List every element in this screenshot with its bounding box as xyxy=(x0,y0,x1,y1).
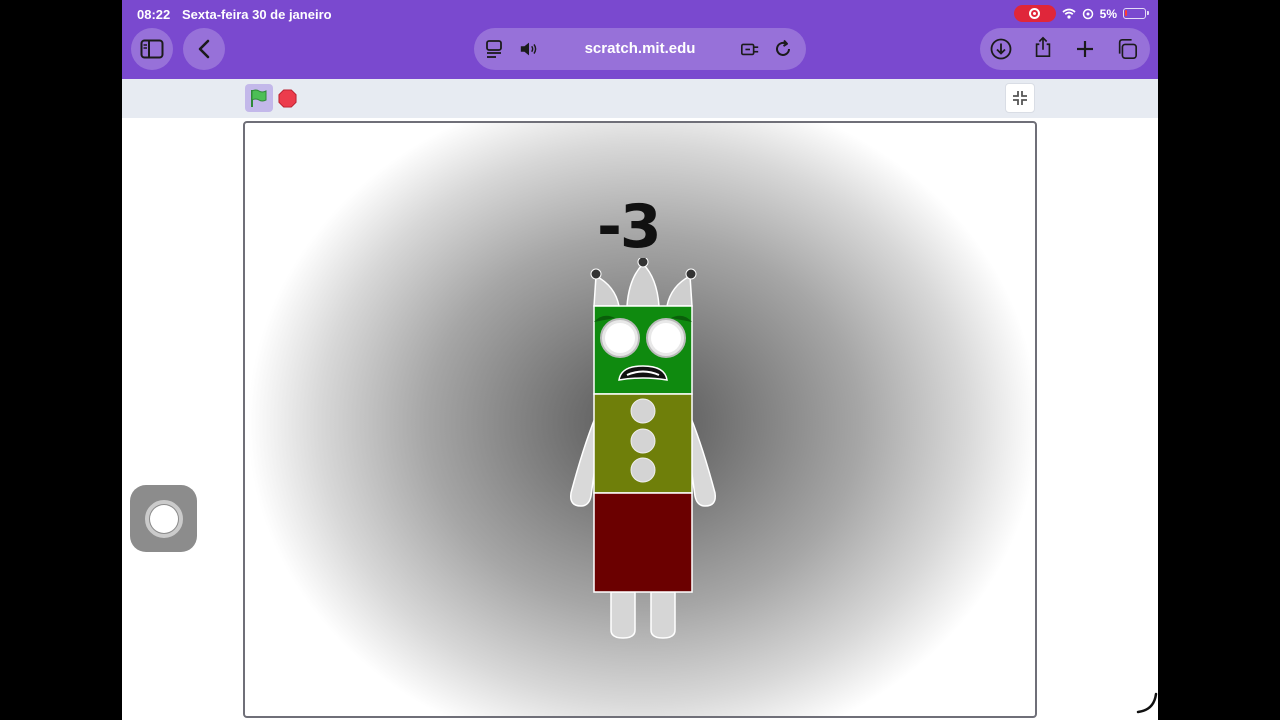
address-bar[interactable]: scratch.mit.edu xyxy=(474,28,806,70)
tabs-overview-icon[interactable] xyxy=(1116,38,1138,60)
crown-tip-left xyxy=(590,268,602,280)
crown-tip-middle xyxy=(637,258,649,268)
stop-button[interactable] xyxy=(278,89,297,108)
screen-recording-indicator[interactable] xyxy=(1013,5,1056,22)
right-eye-white xyxy=(651,323,681,353)
share-icon[interactable] xyxy=(1032,36,1054,58)
green-flag-button[interactable] xyxy=(245,84,273,112)
button-middle xyxy=(630,428,656,454)
crown-tip-right xyxy=(685,268,697,280)
sidebar-toggle-button[interactable] xyxy=(131,28,173,70)
status-time: 08:22 xyxy=(137,7,171,22)
left-arm xyxy=(569,417,598,507)
crown-right-spike xyxy=(666,274,693,307)
crown-left-spike xyxy=(593,274,620,307)
sidebar-icon xyxy=(140,39,164,59)
battery-icon xyxy=(1123,8,1149,19)
battery-percent: 5% xyxy=(1099,6,1117,21)
sprite-number-label: -3 xyxy=(597,192,662,262)
crown-middle-spike xyxy=(626,262,660,307)
browser-actions xyxy=(980,28,1150,70)
location-icon xyxy=(1082,8,1093,19)
assistive-touch-icon xyxy=(144,499,183,538)
ipad-screen: 08:22 Sexta-feira 30 de janeiro 5% scrat… xyxy=(122,0,1158,720)
numberblock-sprite[interactable] xyxy=(563,258,723,643)
chevron-left-icon xyxy=(198,39,210,59)
green-flag-icon xyxy=(251,89,267,107)
scratch-stage[interactable]: -3 xyxy=(243,121,1037,718)
plus-icon[interactable] xyxy=(1074,38,1096,60)
exit-fullscreen-button[interactable] xyxy=(1005,83,1035,113)
player-controls xyxy=(122,79,1158,118)
right-leg xyxy=(650,591,676,639)
bottom-block xyxy=(593,492,693,593)
shrink-icon xyxy=(1013,91,1027,105)
download-icon[interactable] xyxy=(990,38,1012,60)
status-indicators: 5% xyxy=(1013,5,1149,22)
assistive-touch-button[interactable] xyxy=(130,485,197,552)
back-button[interactable] xyxy=(183,28,225,70)
left-leg xyxy=(610,591,636,639)
record-icon xyxy=(1029,8,1041,19)
wifi-icon xyxy=(1062,8,1076,19)
left-eye-white xyxy=(605,323,635,353)
button-bottom xyxy=(630,457,656,483)
status-date: Sexta-feira 30 de janeiro xyxy=(182,7,332,22)
right-arm xyxy=(688,417,717,507)
corner-resize-indicator xyxy=(1136,692,1158,714)
button-top xyxy=(630,398,656,424)
extension-icon[interactable] xyxy=(740,39,760,59)
browser-chrome: 08:22 Sexta-feira 30 de janeiro 5% scrat… xyxy=(122,0,1158,79)
reload-icon[interactable] xyxy=(773,39,793,59)
